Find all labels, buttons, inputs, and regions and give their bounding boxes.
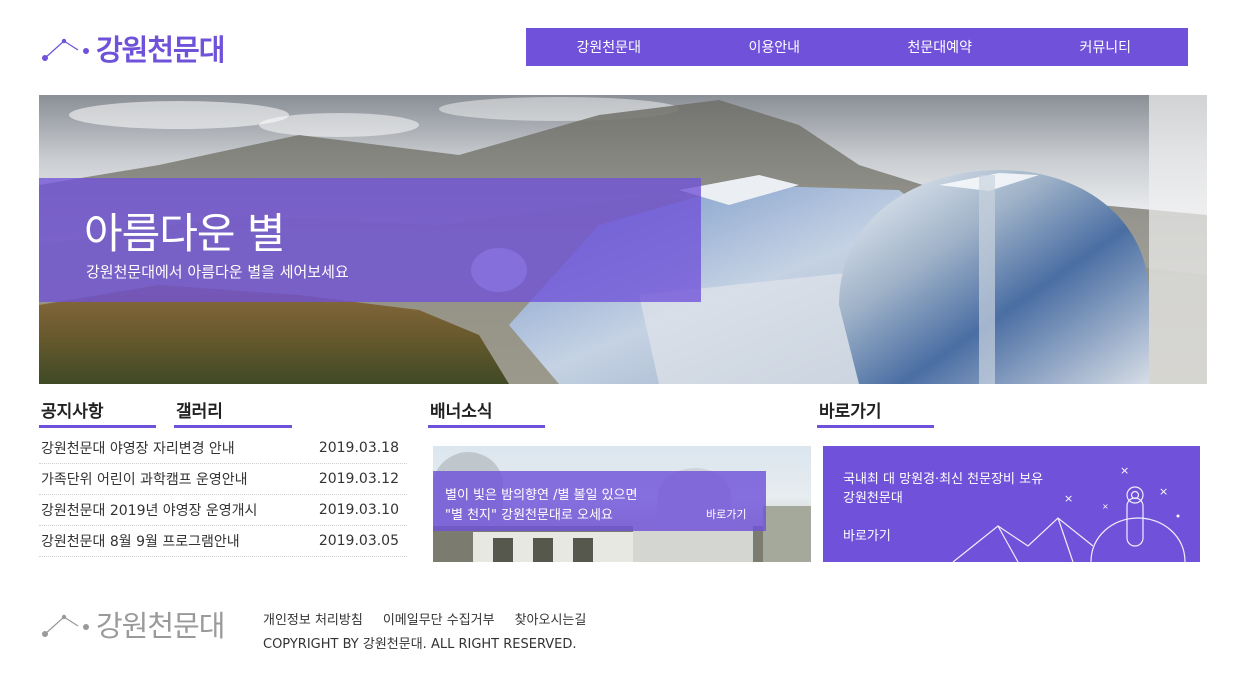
footer-link-privacy[interactable]: 개인정보 처리방침 <box>263 609 363 628</box>
quick-link-card[interactable]: × × × × 국내최 대 망원경·최신 천문장비 보유 강원천문대 바로가기 <box>823 446 1200 562</box>
copyright-text: COPYRIGHT BY 강원천문대. ALL RIGHT RESERVED. <box>263 637 577 652</box>
banner-caption: 별이 빛은 밤의향연 /별 볼일 있으면 "별 천지" 강원천문대로 오세요 바… <box>433 471 766 531</box>
nav-item-guide[interactable]: 이용안내 <box>692 28 858 66</box>
hero-caption-panel: 아름다운 별 강원천문대에서 아름다운 별을 세어보세요 <box>39 178 701 302</box>
site-logo[interactable]: 강원천문대 <box>40 28 225 68</box>
notice-date: 2019.03.12 <box>318 471 399 487</box>
footer-logo-text: 강원천문대 <box>96 609 225 643</box>
tab-notice[interactable]: 공지사항 <box>39 397 156 428</box>
nav-item-observatory[interactable]: 강원천문대 <box>526 28 692 66</box>
footer-link-email-policy[interactable]: 이메일무단 수집거부 <box>383 609 495 628</box>
quick-more-link[interactable]: 바로가기 <box>843 525 891 544</box>
logo-text: 강원천문대 <box>96 33 225 67</box>
quick-text-line2: 강원천문대 <box>843 491 903 506</box>
notice-date: 2019.03.05 <box>318 533 399 549</box>
notice-title: 강원천문대 2019년 야영장 운영개시 <box>41 503 258 519</box>
svg-text:×: × <box>1102 502 1109 511</box>
constellation-icon <box>42 614 89 637</box>
svg-text:×: × <box>1064 492 1073 505</box>
nav-item-community[interactable]: 커뮤니티 <box>1023 28 1189 66</box>
main-nav: 강원천문대 이용안내 천문대예약 커뮤니티 <box>526 28 1188 66</box>
footer-link-directions[interactable]: 찾아오시는길 <box>515 609 587 628</box>
notice-title: 강원천문대 야영장 자리변경 안내 <box>41 441 235 457</box>
quick-text-line1: 국내최 대 망원경·최신 천문장비 보유 <box>843 472 1044 487</box>
banner-more-link[interactable]: 바로가기 <box>706 506 746 522</box>
footer-links: 개인정보 처리방침 이메일무단 수집거부 찾아오시는길 <box>263 609 586 628</box>
nav-item-reservation[interactable]: 천문대예약 <box>857 28 1023 66</box>
banner-news-card[interactable]: 별이 빛은 밤의향연 /별 볼일 있으면 "별 천지" 강원천문대로 오세요 바… <box>433 446 811 562</box>
hero-subtitle: 강원천문대에서 아름다운 별을 세어보세요 <box>86 263 349 281</box>
hero-title: 아름다운 별 <box>84 209 286 258</box>
tab-gallery[interactable]: 갤러리 <box>174 397 292 428</box>
quick-link-heading: 바로가기 <box>817 397 934 428</box>
notice-title: 가족단위 어린이 과학캠프 운영안내 <box>41 472 248 488</box>
notice-title: 강원천문대 8월 9월 프로그램안내 <box>41 534 240 550</box>
svg-text:×: × <box>1120 464 1129 477</box>
constellation-icon <box>42 38 89 61</box>
notice-date: 2019.03.10 <box>318 502 399 518</box>
banner-text-line2: "별 천지" 강원천문대로 오세요 <box>445 508 613 523</box>
svg-text:×: × <box>1159 485 1168 498</box>
notice-list: 강원천문대 야영장 자리변경 안내 2019.03.18 가족단위 어린이 과학… <box>39 433 407 557</box>
notice-item[interactable]: 가족단위 어린이 과학캠프 운영안내 2019.03.12 <box>39 464 407 495</box>
notice-date: 2019.03.18 <box>318 440 399 456</box>
footer-logo[interactable]: 강원천문대 <box>40 603 225 645</box>
notice-item[interactable]: 강원천문대 2019년 야영장 운영개시 2019.03.10 <box>39 495 407 526</box>
notice-item[interactable]: 강원천문대 8월 9월 프로그램안내 2019.03.05 <box>39 526 407 557</box>
hero-banner: 아름다운 별 강원천문대에서 아름다운 별을 세어보세요 <box>39 95 1207 384</box>
banner-text-line1: 별이 빛은 밤의향연 /별 볼일 있으면 <box>445 488 638 503</box>
notice-item[interactable]: 강원천문대 야영장 자리변경 안내 2019.03.18 <box>39 433 407 464</box>
banner-news-heading: 배너소식 <box>428 397 545 428</box>
